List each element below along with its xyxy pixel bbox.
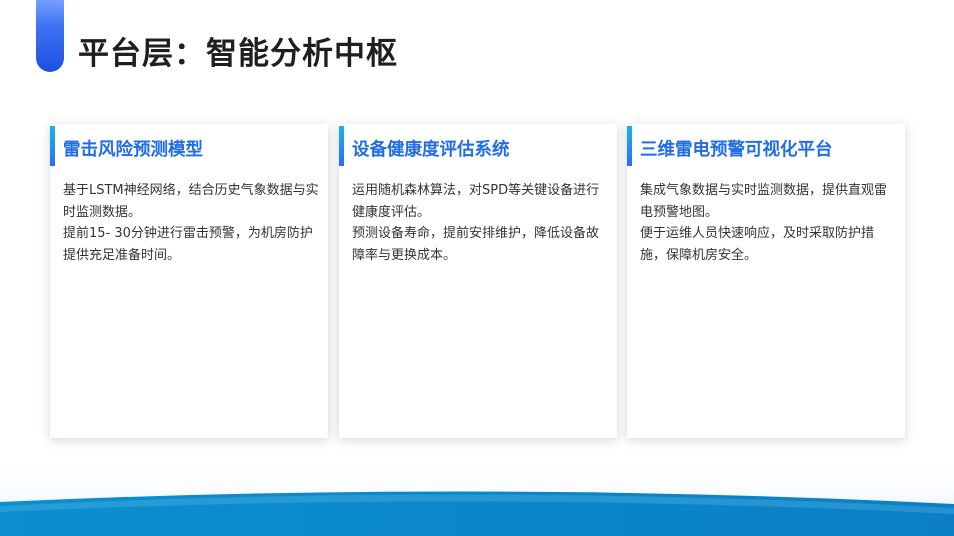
card-accent-bar xyxy=(339,126,344,166)
card-title: 三维雷电预警可视化平台 xyxy=(640,140,833,160)
card-text-line: 提前15- 30分钟进行雷击预警，为机房防护提供充足准备时间。 xyxy=(63,226,313,263)
card-body: 集成气象数据与实时监测数据，提供直观雷电预警地图。 便于运维人员快速响应，及时采… xyxy=(640,180,896,266)
card-3d-warning-platform: 三维雷电预警可视化平台 集成气象数据与实时监测数据，提供直观雷电预警地图。 便于… xyxy=(627,124,905,438)
card-accent-bar xyxy=(50,126,55,166)
page-title: 平台层：智能分析中枢 xyxy=(78,36,398,72)
card-lightning-risk-model: 雷击风险预测模型 基于LSTM神经网络，结合历史气象数据与实时监测数据。 提前1… xyxy=(50,124,328,438)
footer-wave-decoration xyxy=(0,457,954,536)
card-title: 设备健康度评估系统 xyxy=(352,140,510,160)
card-text-line: 运用随机森林算法，对SPD等关键设备进行健康度评估。 xyxy=(352,183,600,220)
card-text-line: 集成气象数据与实时监测数据，提供直观雷电预警地图。 xyxy=(640,183,888,220)
card-body: 运用随机森林算法，对SPD等关键设备进行健康度评估。 预测设备寿命，提前安排维护… xyxy=(352,180,608,266)
slide: 平台层：智能分析中枢 雷击风险预测模型 基于LSTM神经网络，结合历史气象数据与… xyxy=(0,0,954,536)
title-accent-bar xyxy=(36,0,64,72)
card-accent-bar xyxy=(627,126,632,166)
card-equipment-health-system: 设备健康度评估系统 运用随机森林算法，对SPD等关键设备进行健康度评估。 预测设… xyxy=(339,124,617,438)
card-text-line: 预测设备寿命，提前安排维护，降低设备故障率与更换成本。 xyxy=(352,226,600,263)
card-text-line: 便于运维人员快速响应，及时采取防护措施，保障机房安全。 xyxy=(640,226,875,263)
card-title: 雷击风险预测模型 xyxy=(63,140,203,160)
card-text-line: 基于LSTM神经网络，结合历史气象数据与实时监测数据。 xyxy=(63,183,319,220)
card-body: 基于LSTM神经网络，结合历史气象数据与实时监测数据。 提前15- 30分钟进行… xyxy=(63,180,319,266)
